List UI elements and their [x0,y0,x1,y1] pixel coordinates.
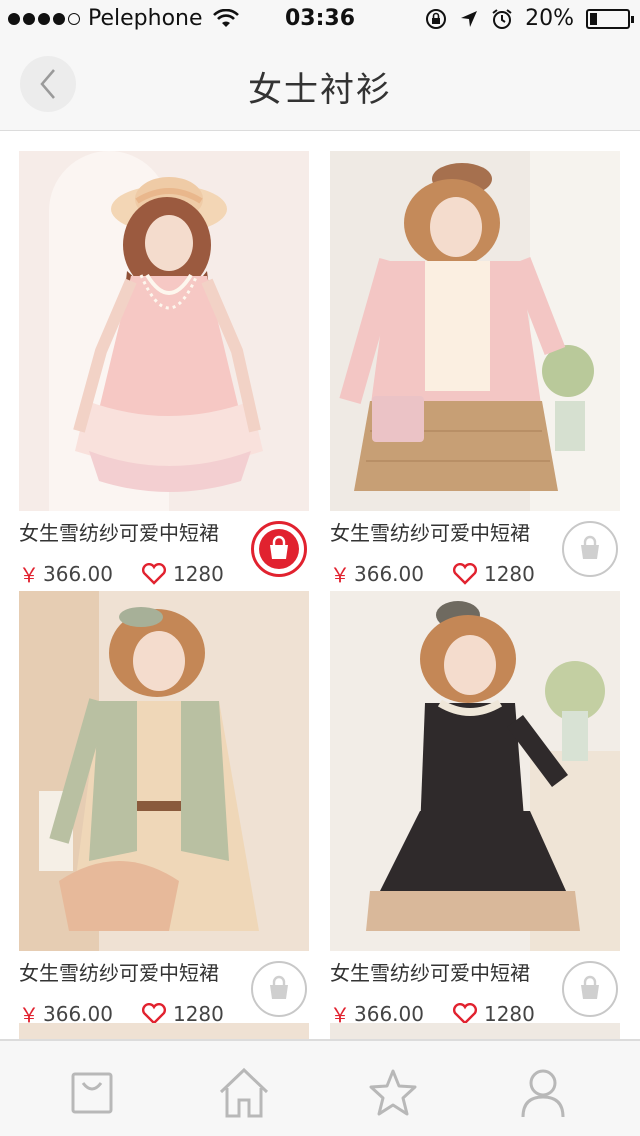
tab-home[interactable] [214,1063,274,1123]
tab-favorites[interactable] [363,1063,423,1123]
tab-bag[interactable] [62,1063,122,1123]
product-grid[interactable]: 女生雪纺纱可爱中短裙 ￥ 366.00 1280 女生雪纺纱可爱中短裙 ￥ 36… [0,131,640,1039]
product-image[interactable] [330,151,620,511]
user-icon [521,1069,565,1118]
star-icon [369,1069,417,1116]
product-image[interactable] [19,591,309,951]
tab-bar [0,1039,640,1136]
battery-icon [586,8,634,29]
status-bar: Pelephone 03:36 20% [0,0,640,40]
shopping-bag-icon [581,535,599,559]
heart-icon[interactable] [141,1002,167,1025]
product-card[interactable]: 女生雪纺纱可爱中短裙 ￥ 366.00 1280 [19,571,309,1027]
product-name[interactable]: 女生雪纺纱可爱中短裙 [330,957,530,986]
heart-icon[interactable] [452,1002,478,1025]
navigation-bar: 女士衬衫 [0,40,640,131]
product-image[interactable] [330,1023,620,1039]
product-card[interactable]: 女生雪纺纱可爱中短裙 ￥ 366.00 1280 [19,131,309,587]
product-price: 366.00 [43,1001,113,1026]
product-card[interactable]: 女生雪纺纱可爱中短裙 ￥ 366.00 1280 [330,571,620,1027]
location-arrow-icon [461,10,478,27]
product-card[interactable]: 女生雪纺纱可爱中短裙 ￥ 366.00 1280 [330,131,620,587]
page-title: 女士衬衫 [248,70,392,110]
product-name[interactable]: 女生雪纺纱可爱中短裙 [19,517,219,546]
product-image[interactable] [330,591,620,951]
add-to-bag-button[interactable] [562,961,618,1017]
like-count: 1280 [172,1001,224,1026]
shopping-bag-icon [270,975,288,999]
home-icon [219,1067,269,1118]
add-to-bag-button[interactable] [251,521,307,577]
shopping-bag-icon [71,1072,113,1114]
product-price: 366.00 [354,1001,424,1026]
add-to-bag-button[interactable] [562,521,618,577]
add-to-bag-button[interactable] [251,961,307,1017]
alarm-icon [492,8,512,29]
rotation-lock-icon [426,8,447,29]
product-image[interactable] [19,1023,309,1039]
battery-percent: 20% [525,6,574,31]
product-name[interactable]: 女生雪纺纱可爱中短裙 [330,517,530,546]
like-count: 1280 [483,1001,535,1026]
shopping-bag-icon [581,975,599,999]
shopping-bag-icon [259,529,299,569]
product-name[interactable]: 女生雪纺纱可爱中短裙 [19,957,219,986]
product-image[interactable] [19,151,309,511]
tab-profile[interactable] [513,1063,573,1123]
